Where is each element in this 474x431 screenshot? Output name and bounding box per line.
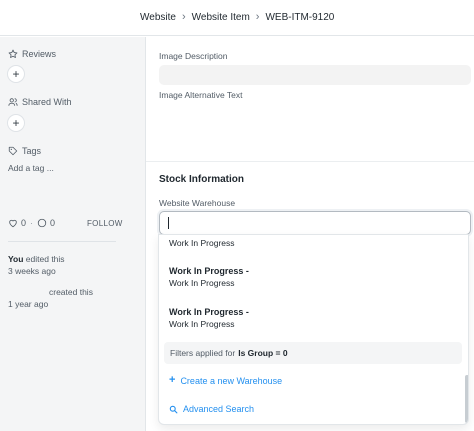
breadcrumb-website[interactable]: Website	[140, 12, 176, 23]
comment-icon[interactable]	[37, 218, 47, 228]
plus-icon: +	[169, 374, 176, 386]
breadcrumb-current-doc: WEB-ITM-9120	[265, 11, 335, 23]
tag-icon	[8, 146, 18, 156]
reviews-section: Reviews	[8, 49, 56, 59]
image-description-field[interactable]	[159, 65, 471, 85]
website-warehouse-input[interactable]	[159, 211, 471, 235]
option-title: Work In Progress -	[169, 307, 249, 317]
follow-button[interactable]: FOLLOW	[87, 219, 123, 228]
activity-time: 1 year ago	[8, 299, 49, 309]
reviews-label: Reviews	[22, 49, 57, 59]
top-bar: Website › Website Item › WEB-ITM-9120	[0, 0, 474, 36]
sidebar-divider	[8, 241, 116, 242]
shared-with-section: Shared With	[8, 97, 72, 107]
tags-section: Tags	[8, 146, 41, 156]
image-alt-text-label: Image Alternative Text	[159, 90, 243, 100]
activity-item-created: created this 1 year ago	[8, 286, 93, 310]
users-icon	[8, 98, 18, 106]
activity-time: 3 weeks ago	[8, 266, 56, 276]
warehouse-dropdown: Work In Progress Work In Progress - Work…	[158, 234, 469, 425]
option-subtitle: Work In Progress	[169, 238, 235, 248]
add-tag-link[interactable]: Add a tag ...	[8, 163, 54, 173]
text-cursor	[168, 217, 169, 229]
heart-icon[interactable]	[8, 218, 18, 228]
add-review-button[interactable]: +	[7, 65, 25, 83]
option-subtitle: Work In Progress	[169, 278, 235, 288]
breadcrumb-website-item[interactable]: Website Item	[192, 12, 250, 23]
plus-icon: +	[12, 67, 20, 81]
dropdown-option[interactable]: Work In Progress - Work In Progress	[169, 306, 249, 330]
search-icon	[169, 405, 178, 413]
option-title: Work In Progress -	[169, 266, 249, 276]
option-subtitle: Work In Progress	[169, 319, 235, 329]
comments-count: 0	[50, 218, 56, 228]
section-divider	[146, 161, 474, 162]
advanced-search-label: Advanced Search	[183, 404, 255, 414]
create-warehouse-label: Create a new Warehouse	[180, 375, 283, 386]
sidebar: Reviews + Shared With + Tags Add a tag .…	[0, 37, 145, 431]
shared-with-label: Shared With	[22, 97, 72, 107]
filter-prefix: Filters applied for	[170, 348, 236, 358]
tags-label: Tags	[22, 146, 42, 156]
breadcrumb: Website › Website Item › WEB-ITM-9120	[140, 11, 334, 23]
chevron-right-icon: ›	[181, 11, 186, 23]
star-icon	[8, 49, 18, 58]
chevron-right-icon: ›	[255, 11, 260, 23]
website-warehouse-label: Website Warehouse	[159, 198, 236, 208]
dropdown-scrollbar[interactable]	[465, 375, 468, 423]
dropdown-option[interactable]: Work In Progress	[169, 237, 235, 249]
stock-information-title: Stock Information	[159, 174, 245, 185]
plus-icon: +	[12, 116, 20, 130]
image-description-label: Image Description	[159, 51, 228, 61]
filters-applied-note: Filters applied for Is Group = 0	[164, 342, 462, 364]
filter-value: Is Group = 0	[238, 348, 288, 358]
add-share-button[interactable]: +	[7, 114, 25, 132]
create-warehouse-option[interactable]: + Create a new Warehouse	[169, 375, 282, 386]
advanced-search-option[interactable]: Advanced Search	[169, 404, 254, 414]
activity-item-edited: You edited this 3 weeks ago	[8, 253, 65, 277]
dropdown-option[interactable]: Work In Progress - Work In Progress	[169, 265, 249, 289]
activity-text: created this	[49, 287, 93, 297]
likes-count: 0	[21, 218, 27, 228]
activity-text: edited this	[23, 254, 65, 264]
separator-dot: ·	[30, 218, 34, 228]
activity-actor[interactable]: You	[8, 254, 23, 264]
